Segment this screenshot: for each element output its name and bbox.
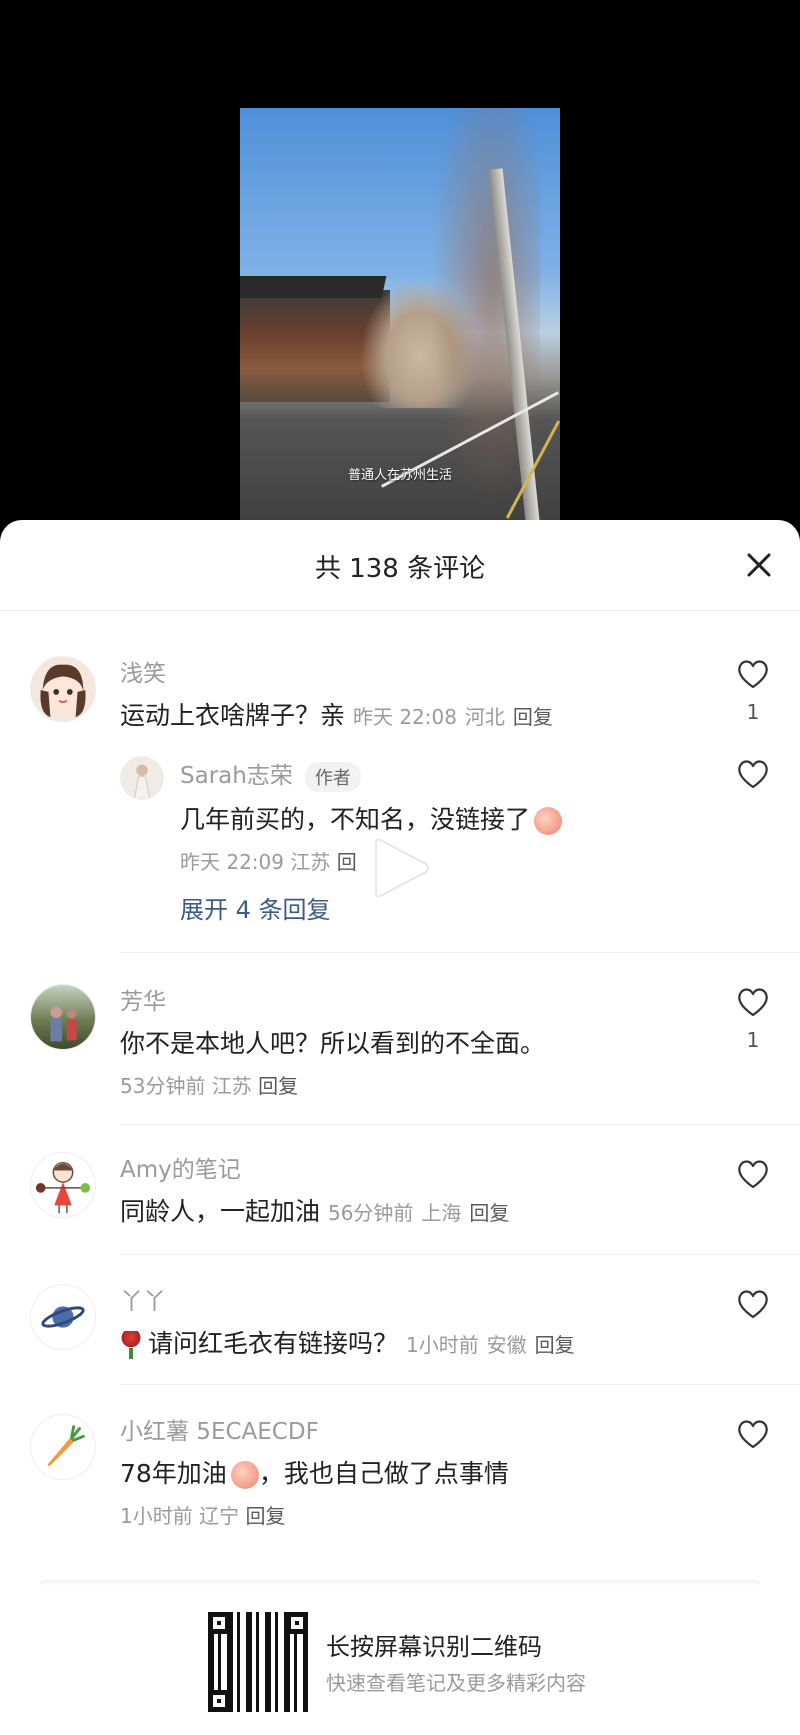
comment-author[interactable]: 芳华 <box>120 982 166 1016</box>
comment-location: 河北 <box>464 705 505 729</box>
reply-author[interactable]: Sarah志荣 作者 <box>180 756 361 792</box>
qr-finder-icon <box>286 1612 308 1634</box>
heart-icon[interactable] <box>736 658 770 690</box>
reply-button[interactable]: 回复 <box>245 1504 285 1528</box>
comment-author[interactable]: 小红薯 5ECAECDF <box>120 1412 319 1446</box>
reply-body: 几年前买的，不知名，没链接了 <box>180 805 531 834</box>
carrot-avatar-icon[interactable] <box>30 1414 96 1480</box>
comment-body-tail: ，我也自己做了点事情 <box>258 1459 509 1488</box>
qr-finder-icon <box>208 1690 230 1712</box>
comment-meta: 53分钟前 江苏 回复 <box>120 1070 298 1099</box>
author-badge: 作者 <box>304 761 361 792</box>
photo-avatar-icon[interactable] <box>30 984 96 1050</box>
comment-body: 78年加油 <box>120 1459 227 1488</box>
reply-text[interactable]: 几年前买的，不知名，没链接了 <box>180 800 563 836</box>
qr-subtitle: 快速查看笔记及更多精彩内容 <box>326 1671 586 1695</box>
comment-text[interactable]: 运动上衣啥牌子？亲 昨天 22:08 河北 回复 <box>120 696 553 732</box>
reply-button[interactable]: 回复 <box>258 1074 298 1098</box>
peach-emoji-icon <box>534 807 563 835</box>
comment-location: 江苏 <box>211 1074 252 1098</box>
divider <box>120 1384 800 1385</box>
comment-time: 1小时前 <box>120 1504 193 1528</box>
reply-button[interactable]: 回复 <box>469 1201 509 1225</box>
like-count: 1 <box>746 700 760 724</box>
video-area[interactable]: 普通人在苏州生活 <box>0 0 800 540</box>
comment-time: 1小时前 <box>405 1333 479 1357</box>
comment-author[interactable]: Amy的笔记 <box>120 1150 241 1184</box>
heart-icon[interactable] <box>736 1158 770 1190</box>
footer-divider <box>40 1580 760 1586</box>
divider <box>120 952 800 953</box>
comment-location: 安徽 <box>486 1333 527 1357</box>
comment-text[interactable]: 你不是本地人吧？所以看到的不全面。 <box>120 1024 545 1060</box>
comment-meta: 1小时前 辽宁 回复 <box>120 1500 285 1529</box>
video-thumbnail[interactable]: 普通人在苏州生活 <box>240 108 560 540</box>
comment-text[interactable]: 78年加油 ，我也自己做了点事情 <box>120 1454 509 1490</box>
video-caption: 普通人在苏州生活 <box>347 468 452 483</box>
reply-button[interactable]: 回复 <box>535 1333 575 1357</box>
comment-body: 请问红毛衣有链接吗？ <box>148 1329 399 1358</box>
reply-time: 昨天 22:09 <box>180 850 284 874</box>
planet-avatar-icon[interactable] <box>30 1284 96 1350</box>
comment-location: 上海 <box>421 1201 462 1225</box>
reply-button[interactable]: 回 <box>337 850 357 874</box>
reply-button[interactable]: 回复 <box>513 705 553 729</box>
like-count: 1 <box>746 1028 760 1052</box>
comment-text[interactable]: 同龄人，一起加油 56分钟前 上海 回复 <box>120 1192 509 1228</box>
comment-time: 昨天 22:08 <box>352 705 457 729</box>
comment-text[interactable]: 请问红毛衣有链接吗？ 1小时前 安徽 回复 <box>120 1324 575 1360</box>
girl-avatar-icon[interactable] <box>30 656 96 722</box>
comment-body: 运动上衣啥牌子？亲 <box>120 701 346 730</box>
sheet-header: 共 138 条评论 <box>0 520 800 611</box>
peach-emoji-icon <box>230 1461 259 1489</box>
divider <box>120 1254 800 1255</box>
comment-time: 56分钟前 <box>327 1201 414 1225</box>
rose-emoji-icon <box>120 1331 142 1359</box>
qr-title: 长按屏幕识别二维码 <box>326 1633 542 1661</box>
expand-replies-button[interactable]: 展开 4 条回复 <box>180 890 331 925</box>
qr-finder-icon <box>208 1612 230 1634</box>
comment-author[interactable]: 浅笑 <box>120 654 166 688</box>
cartoon-girl-avatar-icon[interactable] <box>30 1152 96 1218</box>
comment-author[interactable]: 丫丫 <box>120 1282 166 1316</box>
author-avatar-icon[interactable] <box>120 756 164 800</box>
reply-author-name: Sarah志荣 <box>180 763 293 789</box>
heart-icon[interactable] <box>736 1418 770 1450</box>
comment-time: 53分钟前 <box>120 1074 206 1098</box>
qr-code-icon[interactable] <box>208 1612 308 1712</box>
close-icon[interactable] <box>740 546 778 584</box>
divider <box>120 1124 800 1125</box>
heart-icon[interactable] <box>736 758 770 790</box>
heart-icon[interactable] <box>736 1288 770 1320</box>
play-icon[interactable] <box>370 832 432 904</box>
comment-location: 辽宁 <box>199 1504 240 1528</box>
reply-meta: 昨天 22:09 江苏 回 <box>180 846 357 875</box>
reply-location: 江苏 <box>290 850 331 874</box>
comment-body: 同龄人，一起加油 <box>120 1197 321 1226</box>
comment-count-title: 共 138 条评论 <box>314 554 486 584</box>
heart-icon[interactable] <box>736 986 770 1018</box>
